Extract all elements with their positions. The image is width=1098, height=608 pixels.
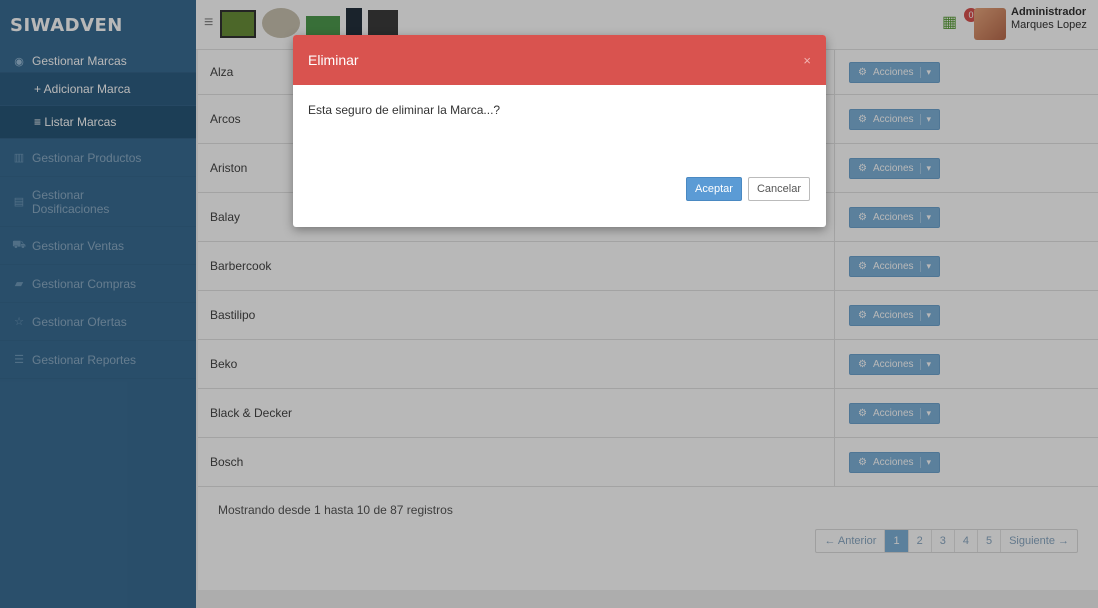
modal-message: Esta seguro de eliminar la Marca...? [308, 103, 501, 117]
cancel-button[interactable]: Cancelar [747, 177, 810, 201]
modal-title: Eliminar [308, 52, 359, 68]
close-icon[interactable]: × [803, 53, 811, 68]
modal-footer: Aceptar Cancelar [686, 177, 810, 201]
delete-modal: Eliminar × Esta seguro de eliminar la Ma… [293, 35, 826, 227]
accept-button[interactable]: Aceptar [686, 177, 742, 201]
modal-header: Eliminar × [293, 35, 826, 85]
